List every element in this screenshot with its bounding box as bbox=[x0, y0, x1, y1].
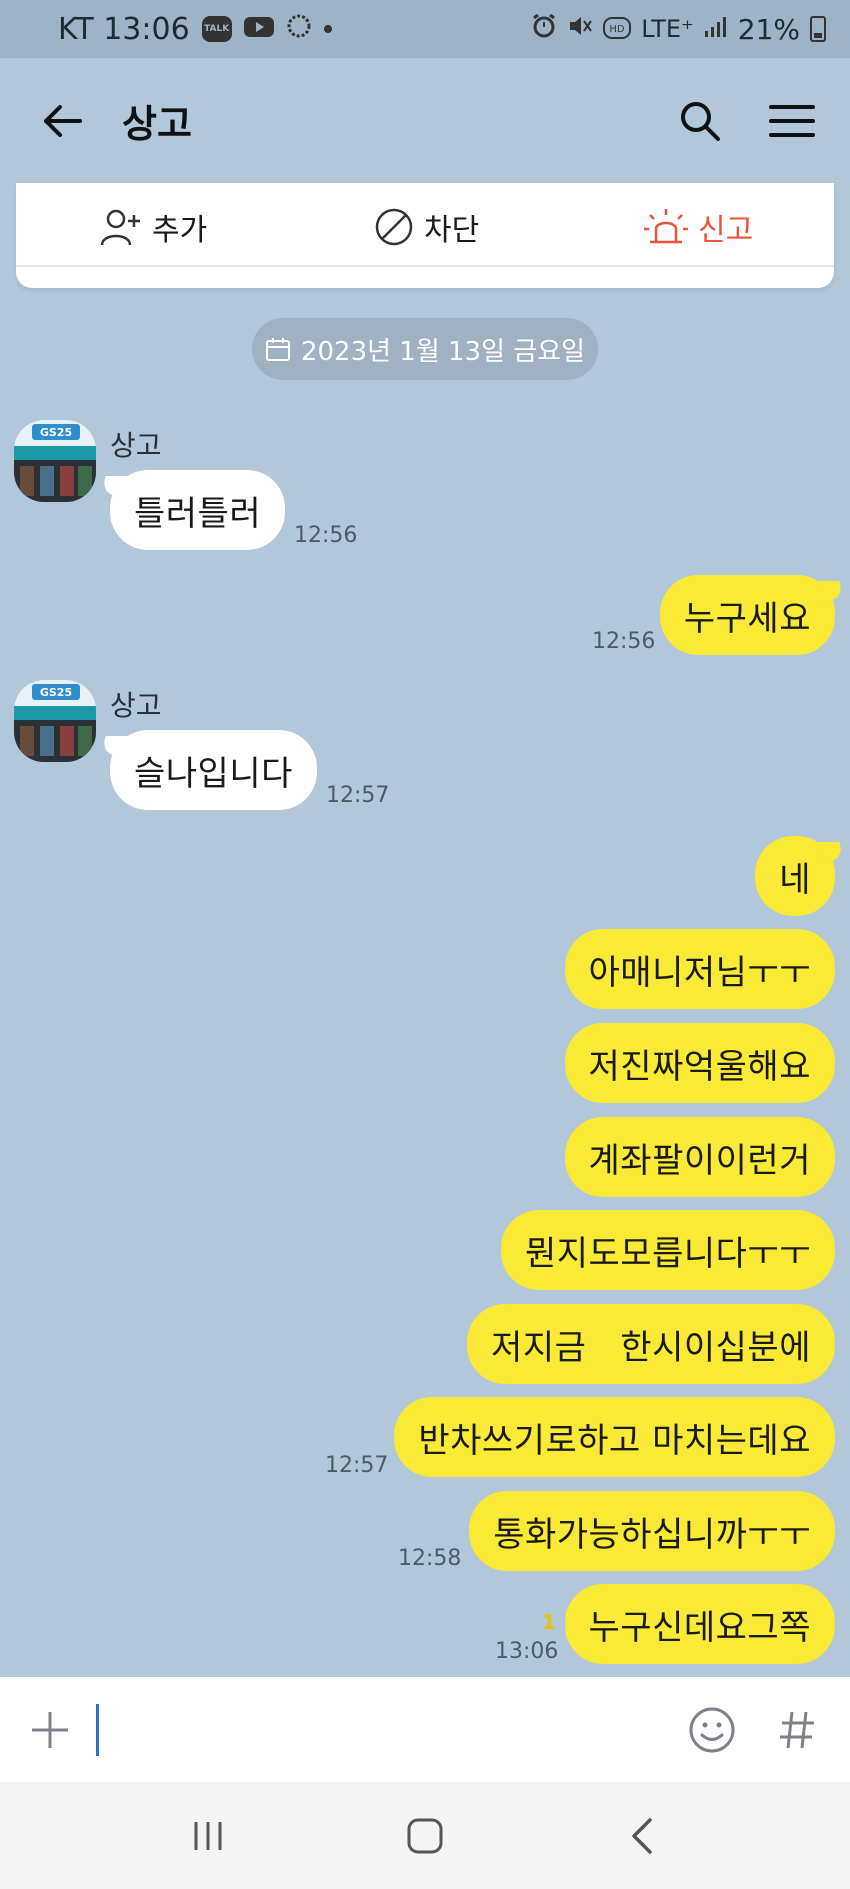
outgoing-message-bubble[interactable]: 네 bbox=[755, 836, 835, 916]
sender-name: 상고 bbox=[110, 689, 162, 722]
store-avatar-image: GS25 bbox=[14, 680, 96, 762]
message-time: 12:56 bbox=[592, 629, 656, 654]
signal-icon bbox=[704, 13, 728, 46]
smiley-icon bbox=[689, 1707, 735, 1752]
recent-apps-button[interactable] bbox=[168, 1796, 248, 1876]
system-back-button[interactable] bbox=[602, 1796, 682, 1876]
report-label: 신고 bbox=[698, 213, 754, 248]
outgoing-message-bubble[interactable]: 누구세요 bbox=[659, 575, 835, 655]
back-button[interactable] bbox=[30, 89, 94, 153]
add-friend-button[interactable]: 추가 bbox=[100, 203, 207, 251]
message-text: 계좌팔이이런거 bbox=[588, 1140, 811, 1181]
message-text: 슬나입니다 bbox=[134, 753, 293, 794]
block-label: 차단 bbox=[424, 213, 480, 248]
outgoing-message-bubble[interactable]: 저진짜억울해요 bbox=[564, 1023, 835, 1103]
status-carrier-time: KT 13:06 bbox=[58, 11, 190, 47]
message-text: 저지금 한시이십분에 bbox=[491, 1327, 811, 1368]
battery-icon bbox=[810, 16, 826, 42]
sync-notification-icon bbox=[286, 12, 312, 47]
mute-icon bbox=[567, 13, 593, 46]
date-divider: 2023년 1월 13일 금요일 bbox=[252, 318, 598, 380]
date-divider-label: 2023년 1월 13일 금요일 bbox=[300, 336, 586, 367]
message-time: 12:56 bbox=[294, 523, 358, 548]
sender-avatar[interactable]: GS25 bbox=[14, 420, 96, 502]
svg-text:GS25: GS25 bbox=[40, 426, 72, 439]
message-text: 통화가능하십니까ㅜㅜ bbox=[493, 1514, 811, 1555]
incoming-message-bubble[interactable]: 슬나입니다 bbox=[110, 730, 317, 810]
home-button[interactable] bbox=[385, 1796, 465, 1876]
kakaotalk-notification-icon: TALK bbox=[201, 16, 232, 42]
outgoing-message-bubble[interactable]: 계좌팔이이런거 bbox=[564, 1117, 835, 1197]
unread-count: 1 bbox=[542, 1610, 556, 1634]
block-icon bbox=[375, 208, 413, 246]
message-input-bar bbox=[0, 1677, 850, 1782]
svg-text:HD: HD bbox=[610, 24, 626, 35]
message-text: 틀러틀러 bbox=[134, 493, 262, 534]
report-button[interactable]: 신고 bbox=[644, 203, 753, 251]
message-input[interactable] bbox=[99, 1699, 654, 1760]
message-time: 12:57 bbox=[325, 1453, 389, 1478]
message-text: 네 bbox=[779, 859, 811, 900]
message-text: 아매니저님ㅜㅜ bbox=[588, 952, 811, 993]
svg-text:GS25: GS25 bbox=[40, 686, 72, 699]
message-time: 13:06 bbox=[495, 1639, 559, 1664]
siren-icon bbox=[644, 209, 688, 244]
emoticon-button[interactable] bbox=[684, 1702, 740, 1758]
menu-button[interactable] bbox=[764, 93, 820, 149]
sender-avatar[interactable]: GS25 bbox=[14, 680, 96, 762]
message-text: 반차쓰기로하고 마치는데요 bbox=[418, 1420, 811, 1461]
sender-name: 상고 bbox=[110, 429, 162, 462]
status-bar: KT 13:06 TALK HD LTE⁺ 21% bbox=[0, 0, 850, 58]
outgoing-message-bubble[interactable]: 누구신데요그쪽 bbox=[564, 1584, 835, 1664]
recent-apps-icon bbox=[194, 1821, 222, 1850]
chevron-left-icon bbox=[631, 1817, 652, 1854]
hamburger-menu-icon bbox=[769, 104, 815, 137]
status-right: HD LTE⁺ 21% bbox=[531, 13, 826, 46]
chat-title: 상고 bbox=[122, 102, 192, 146]
hd-voice-icon: HD bbox=[603, 13, 632, 46]
outgoing-message-bubble[interactable]: 저지금 한시이십분에 bbox=[467, 1304, 835, 1384]
hashtag-search-button[interactable] bbox=[770, 1702, 826, 1758]
status-left: KT 13:06 TALK bbox=[58, 12, 332, 47]
plus-icon bbox=[32, 1711, 68, 1748]
outgoing-message-bubble[interactable]: 뭔지도모릅니다ㅜㅜ bbox=[500, 1210, 835, 1290]
youtube-notification-icon bbox=[243, 12, 274, 47]
add-person-icon bbox=[100, 209, 140, 246]
message-text: 누구세요 bbox=[683, 598, 811, 639]
message-text: 누구신데요그쪽 bbox=[588, 1607, 811, 1648]
unknown-contact-action-card: 추가 차단 신고 bbox=[16, 183, 834, 288]
message-text: 뭔지도모릅니다ㅜㅜ bbox=[524, 1233, 811, 1274]
alarm-icon bbox=[531, 13, 557, 46]
network-type: LTE⁺ bbox=[641, 15, 694, 43]
header-actions bbox=[672, 93, 820, 149]
attach-button[interactable] bbox=[24, 1704, 76, 1756]
search-icon bbox=[681, 101, 720, 141]
message-text: 저진짜억울해요 bbox=[588, 1046, 811, 1087]
message-time: 12:57 bbox=[326, 783, 390, 808]
store-avatar-image: GS25 bbox=[14, 420, 96, 502]
back-arrow-icon bbox=[44, 104, 82, 137]
more-notifications-dot bbox=[323, 25, 332, 33]
hashtag-icon bbox=[780, 1711, 814, 1748]
calendar-icon bbox=[265, 338, 290, 361]
battery-percent: 21% bbox=[737, 12, 800, 46]
home-icon bbox=[407, 1818, 443, 1853]
outgoing-message-bubble[interactable]: 아매니저님ㅜㅜ bbox=[564, 929, 835, 1009]
outgoing-message-bubble[interactable]: 통화가능하십니까ㅜㅜ bbox=[469, 1491, 835, 1571]
add-friend-label: 추가 bbox=[152, 213, 208, 248]
message-time: 12:58 bbox=[398, 1546, 462, 1571]
block-button[interactable]: 차단 bbox=[374, 203, 479, 251]
search-button[interactable] bbox=[672, 93, 728, 149]
system-navigation-bar bbox=[0, 1782, 850, 1889]
outgoing-message-bubble[interactable]: 반차쓰기로하고 마치는데요 bbox=[394, 1397, 835, 1477]
chat-header: 상고 bbox=[0, 58, 850, 183]
incoming-message-bubble[interactable]: 틀러틀러 bbox=[110, 470, 286, 550]
